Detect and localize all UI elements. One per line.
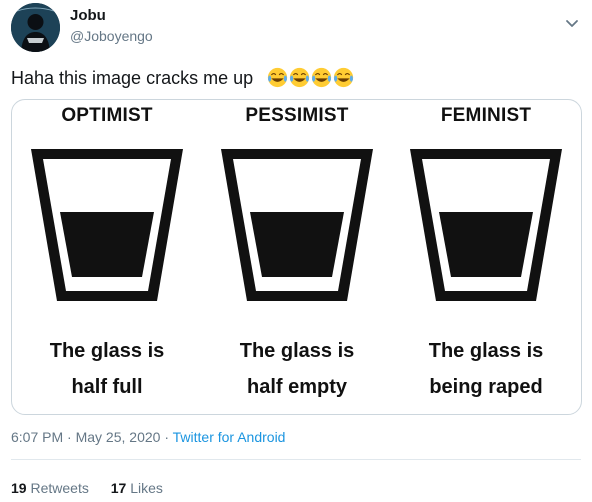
- panel-feminist: FEMINIST The glass is being raped: [391, 100, 581, 414]
- source-app-link[interactable]: Twitter for Android: [173, 429, 286, 445]
- panel-caption-line2: half empty: [246, 376, 348, 398]
- emoji-group: [267, 67, 354, 88]
- tweet-media-image[interactable]: OPTIMIST The glass is half full PESSIMIS…: [11, 99, 582, 415]
- panel-caption-line1: The glass is: [428, 340, 544, 362]
- panel-caption-line2: half full: [71, 376, 143, 398]
- retweets-count: 19: [11, 480, 27, 496]
- tweet-meta: 6:07 PM · May 25, 2020 · Twitter for And…: [11, 429, 285, 445]
- likes-count: 17: [110, 480, 127, 496]
- glass-icon: [31, 149, 183, 301]
- author-name[interactable]: Jobu: [70, 7, 106, 24]
- joy-emoji-icon: [333, 67, 354, 88]
- tweet-text: Haha this image cracks me up: [11, 67, 354, 89]
- panel-optimist: OPTIMIST The glass is half full: [12, 100, 202, 414]
- panel-caption-line2: being raped: [429, 376, 543, 398]
- tweet-time[interactable]: 6:07 PM: [11, 429, 63, 445]
- joy-emoji-icon: [267, 67, 288, 88]
- glass-icon: [221, 149, 373, 301]
- panel-caption-line1: The glass is: [49, 340, 165, 362]
- retweets-label: Retweets: [30, 480, 89, 496]
- tweet-date[interactable]: May 25, 2020: [76, 429, 161, 445]
- panel-title: FEMINIST: [440, 105, 532, 126]
- avatar[interactable]: [11, 3, 60, 52]
- tweet-stats: 19 Retweets 17 Likes: [11, 480, 181, 496]
- panel-pessimist: PESSIMIST The glass is half empty: [202, 100, 392, 414]
- panel-title: OPTIMIST: [61, 105, 153, 126]
- likes-label: Likes: [130, 480, 163, 496]
- likes-stat[interactable]: 17 Likes: [111, 480, 163, 496]
- retweets-stat[interactable]: 19 Retweets: [11, 480, 89, 496]
- meta-separator: ·: [164, 429, 169, 445]
- joy-emoji-icon: [289, 67, 310, 88]
- avatar-image: [11, 3, 60, 52]
- panel-caption-line1: The glass is: [239, 340, 355, 362]
- panel-title: PESSIMIST: [245, 105, 349, 126]
- divider: [11, 459, 581, 460]
- meta-separator: ·: [67, 429, 72, 445]
- glass-icon: [410, 149, 562, 301]
- joy-emoji-icon: [311, 67, 332, 88]
- tweet-body: Haha this image cracks me up: [11, 68, 254, 88]
- author-handle[interactable]: @Joboyengo: [70, 28, 153, 44]
- chevron-down-icon[interactable]: [562, 13, 582, 33]
